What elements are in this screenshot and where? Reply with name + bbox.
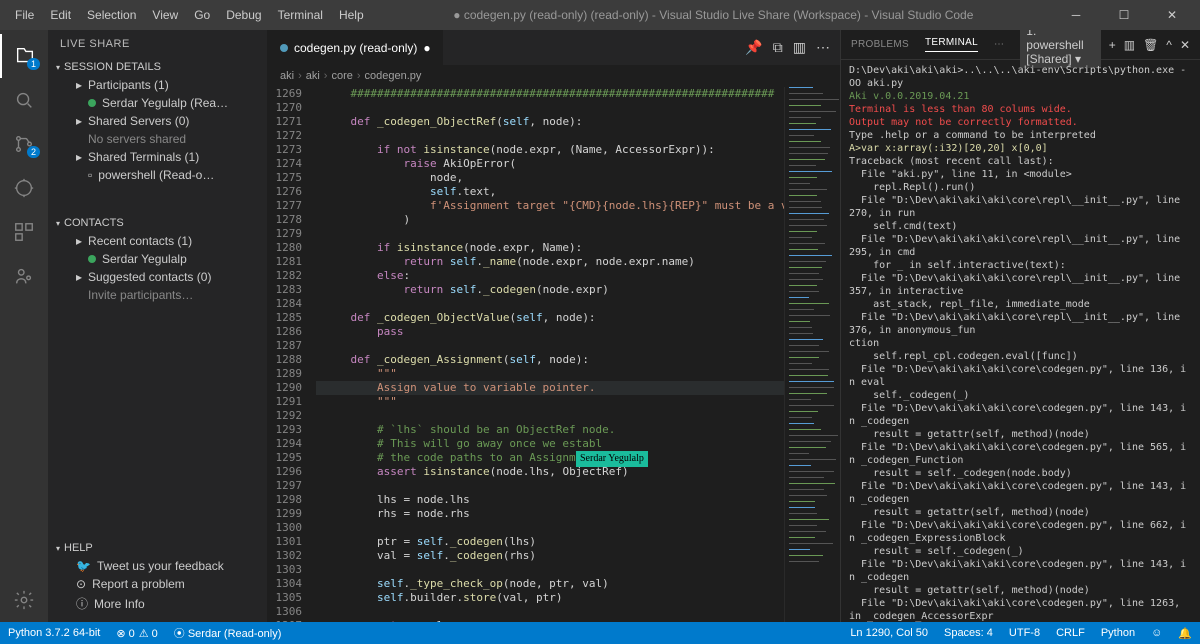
close-panel-icon[interactable]: ✕ [1180,38,1190,52]
shared-servers-node[interactable]: ▸ Shared Servers (0) [48,112,267,130]
menu-view[interactable]: View [145,4,185,26]
menu-terminal[interactable]: Terminal [271,4,330,26]
participants-node[interactable]: ▸ Participants (1) [48,76,267,94]
session-details-header[interactable]: SESSION DETAILS [48,58,267,76]
invite-participants[interactable]: Invite participants… [48,286,267,304]
breadcrumb-item[interactable]: codegen.py [365,70,422,82]
recent-contacts-node[interactable]: ▸ Recent contacts (1) [48,232,267,250]
editor-group: codegen.py (read-only) ● 📌 ⧉ ▥ ⋯ aki›aki… [268,30,840,622]
collab-cursor-tag: Serdar Yegulalp [576,451,648,467]
split-editor-icon[interactable]: ▥ [793,39,806,56]
breadcrumb-item[interactable]: aki [280,70,294,82]
explorer-icon[interactable]: 1 [0,34,48,78]
help-header[interactable]: HELP [48,539,267,557]
window-title: ● codegen.py (read-only) (read-only) - V… [371,8,1056,22]
python-file-icon [280,44,288,52]
window-controls: ─ ☐ ✕ [1056,8,1192,22]
breadcrumb-item[interactable]: core [331,70,352,82]
side-bar: LIVE SHARE SESSION DETAILS ▸ Participant… [48,30,268,622]
recent-contact-user[interactable]: Serdar Yegulalp [48,250,267,268]
pin-icon[interactable]: 📌 [745,39,762,56]
diff-icon[interactable]: ⧉ [773,39,783,56]
title-bar: FileEditSelectionViewGoDebugTerminalHelp… [0,0,1200,30]
status-liveshare[interactable]: ⦿ Serdar (Read-only) [166,622,290,644]
status-spaces[interactable]: Spaces: 4 [936,622,1001,644]
status-python[interactable]: Python 3.7.2 64-bit [0,622,108,644]
new-terminal-icon[interactable]: + [1109,38,1116,52]
menu-go[interactable]: Go [187,4,217,26]
tab-problems[interactable]: PROBLEMS [851,39,909,50]
activity-bar: 1 2 [0,30,48,622]
menu-edit[interactable]: Edit [43,4,78,26]
editor-tabs: codegen.py (read-only) ● 📌 ⧉ ▥ ⋯ [268,30,840,65]
breadcrumb-item[interactable]: aki [306,70,320,82]
debug-icon[interactable] [0,166,48,210]
split-terminal-icon[interactable]: ▥ [1124,38,1135,52]
contacts-header[interactable]: CONTACTS [48,214,267,232]
tab-codegen[interactable]: codegen.py (read-only) ● [268,30,444,65]
status-errors[interactable]: ⊗ 0 ⚠ 0 [108,622,165,644]
more-actions-icon[interactable]: ⋯ [816,39,830,56]
code-editor[interactable]: 1269 1270 1271 1272 1273 1274 1275 1276 … [268,87,840,622]
menu-help[interactable]: Help [332,4,371,26]
participant-user[interactable]: Serdar Yegulalp (Rea… [48,94,267,112]
tweet-feedback[interactable]: 🐦 Tweet us your feedback [48,557,267,575]
menu-file[interactable]: File [8,4,41,26]
more-info[interactable]: ⓘ More Info [48,593,267,614]
maximize-button[interactable]: ☐ [1104,8,1144,22]
suggested-contacts-node[interactable]: ▸ Suggested contacts (0) [48,268,267,286]
status-feedback-icon[interactable]: ☺ [1143,622,1170,644]
terminal-output[interactable]: D:\Dev\aki\aki\aki>..\..\..\aki-env\Scri… [841,60,1200,622]
extensions-icon[interactable] [0,210,48,254]
shared-terminals-node[interactable]: ▸ Shared Terminals (1) [48,148,267,166]
tab-more[interactable]: ⋯ [994,39,1004,50]
minimap[interactable] [784,87,840,622]
presence-dot-icon [88,255,96,263]
status-bell-icon[interactable]: 🔔 [1170,622,1200,644]
tab-terminal[interactable]: TERMINAL [925,37,978,52]
source-control-icon[interactable]: 2 [0,122,48,166]
report-problem[interactable]: ⊙ Report a problem [48,575,267,593]
terminal-panel: PROBLEMS TERMINAL ⋯ 1: powershell [Share… [840,30,1200,622]
minimize-button[interactable]: ─ [1056,8,1096,22]
presence-dot-icon [88,99,96,107]
line-number-gutter: 1269 1270 1271 1272 1273 1274 1275 1276 … [268,87,316,622]
menu-debug[interactable]: Debug [219,4,268,26]
kill-terminal-icon[interactable]: 🗑 [1143,38,1158,52]
no-servers-label: No servers shared [48,130,267,148]
dirty-indicator-icon: ● [423,41,430,55]
status-encoding[interactable]: UTF-8 [1001,622,1048,644]
status-lncol[interactable]: Ln 1290, Col 50 [842,622,936,644]
menu-selection[interactable]: Selection [80,4,143,26]
code-content[interactable]: ########################################… [316,87,784,622]
status-bar: Python 3.7.2 64-bit ⊗ 0 ⚠ 0 ⦿ Serdar (Re… [0,622,1200,644]
settings-gear-icon[interactable] [0,578,48,622]
maximize-panel-icon[interactable]: ^ [1166,38,1172,52]
sidebar-title: LIVE SHARE [48,30,267,58]
shared-terminal-item[interactable]: ▫ powershell (Read-o… [48,166,267,184]
main-menu: FileEditSelectionViewGoDebugTerminalHelp [8,4,371,26]
status-language[interactable]: Python [1093,622,1143,644]
search-icon[interactable] [0,78,48,122]
liveshare-icon[interactable] [0,254,48,298]
status-eol[interactable]: CRLF [1048,622,1093,644]
breadcrumbs[interactable]: aki›aki›core›codegen.py [268,65,840,87]
panel-tabs: PROBLEMS TERMINAL ⋯ 1: powershell [Share… [841,30,1200,60]
close-button[interactable]: ✕ [1152,8,1192,22]
